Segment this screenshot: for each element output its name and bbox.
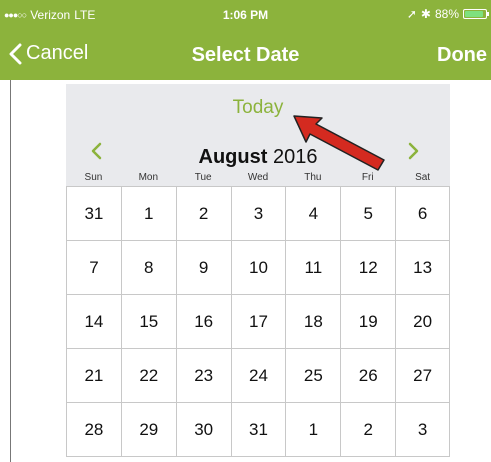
select-date-screen: ●●●○○ Verizon LTE 1:06 PM ➚ ✱ 88% Cancel… xyxy=(0,0,491,462)
calendar-day[interactable]: 2 xyxy=(340,403,395,457)
weekday-label: Tue xyxy=(194,172,212,183)
today-button[interactable]: Today xyxy=(66,97,450,119)
weekday-label: Mon xyxy=(138,172,159,183)
status-bar: ●●●○○ Verizon LTE 1:06 PM ➚ ✱ 88% xyxy=(0,0,491,30)
calendar-day[interactable]: 20 xyxy=(395,295,451,349)
calendar-day[interactable]: 21 xyxy=(66,349,121,403)
month-name: August xyxy=(198,146,268,168)
calendar-day[interactable]: 12 xyxy=(340,241,395,295)
calendar-week: 31 1 2 3 4 5 6 xyxy=(66,187,451,241)
calendar-day[interactable]: 2 xyxy=(175,187,231,241)
calendar-day[interactable]: 29 xyxy=(120,403,176,457)
calendar-day[interactable]: 25 xyxy=(285,349,340,403)
annotation-arrow-icon xyxy=(293,115,385,171)
calendar-day[interactable]: 26 xyxy=(340,349,395,403)
calendar-day[interactable]: 10 xyxy=(230,241,286,295)
calendar-day[interactable]: 4 xyxy=(285,187,340,241)
status-right: ➚ ✱ 88% xyxy=(406,7,489,21)
done-button[interactable]: Done xyxy=(437,44,487,67)
today-row: Today xyxy=(66,84,450,132)
next-month-button[interactable] xyxy=(408,140,420,166)
calendar-day[interactable]: 11 xyxy=(285,241,340,295)
bluetooth-icon: ✱ xyxy=(420,7,431,21)
page-edge-divider xyxy=(10,80,11,462)
page-title: Select Date xyxy=(191,44,300,66)
calendar-day[interactable]: 31 xyxy=(66,187,121,241)
calendar-day[interactable]: 27 xyxy=(395,349,451,403)
calendar-week: 21 22 23 24 25 26 27 xyxy=(66,349,451,403)
battery-level xyxy=(465,11,483,17)
chevron-right-icon xyxy=(408,142,419,160)
battery-tip xyxy=(487,12,489,16)
calendar-day[interactable]: 17 xyxy=(230,295,286,349)
calendar-day[interactable]: 31 xyxy=(230,403,286,457)
calendar-week: 7 8 9 10 11 12 13 xyxy=(66,241,451,295)
calendar-day[interactable]: 3 xyxy=(395,403,451,457)
calendar-day[interactable]: 18 xyxy=(285,295,340,349)
calendar-header: August 2016 Sun Mon Tue Wed Thu Fri Sat xyxy=(66,132,450,186)
calendar-day[interactable]: 9 xyxy=(175,241,231,295)
battery-percent: 88% xyxy=(434,7,459,21)
calendar-week: 14 15 16 17 18 19 20 xyxy=(66,295,451,349)
weekday-label: Wed xyxy=(247,172,269,183)
calendar-week: 28 29 30 31 1 2 3 xyxy=(66,403,451,457)
calendar-day[interactable]: 5 xyxy=(340,187,395,241)
calendar-day[interactable]: 19 xyxy=(340,295,395,349)
calendar-day[interactable]: 1 xyxy=(285,403,340,457)
calendar-day[interactable]: 14 xyxy=(66,295,121,349)
navigation-bar: Cancel Select Date Done xyxy=(0,30,491,80)
calendar-day[interactable]: 1 xyxy=(120,187,176,241)
calendar-day[interactable]: 3 xyxy=(230,187,286,241)
calendar-day[interactable]: 23 xyxy=(175,349,231,403)
calendar-day[interactable]: 22 xyxy=(120,349,176,403)
battery-icon xyxy=(463,9,489,19)
month-year-label: August 2016 xyxy=(66,146,450,169)
weekday-label: Sun xyxy=(84,172,103,183)
calendar-grid: 31 1 2 3 4 5 6 7 8 9 10 11 12 13 14 15 1… xyxy=(66,186,451,457)
calendar-day[interactable]: 28 xyxy=(66,403,121,457)
calendar-day[interactable]: 15 xyxy=(120,295,176,349)
calendar-day[interactable]: 30 xyxy=(175,403,231,457)
calendar-day[interactable]: 8 xyxy=(120,241,176,295)
calendar-day[interactable]: 13 xyxy=(395,241,451,295)
weekday-row: Sun Mon Tue Wed Thu Fri Sat xyxy=(66,172,450,184)
calendar-day[interactable]: 16 xyxy=(175,295,231,349)
calendar-day[interactable]: 6 xyxy=(395,187,451,241)
weekday-label: Sat xyxy=(415,172,431,183)
calendar-day[interactable]: 7 xyxy=(66,241,121,295)
location-icon: ➚ xyxy=(406,7,417,21)
calendar-day[interactable]: 24 xyxy=(230,349,286,403)
